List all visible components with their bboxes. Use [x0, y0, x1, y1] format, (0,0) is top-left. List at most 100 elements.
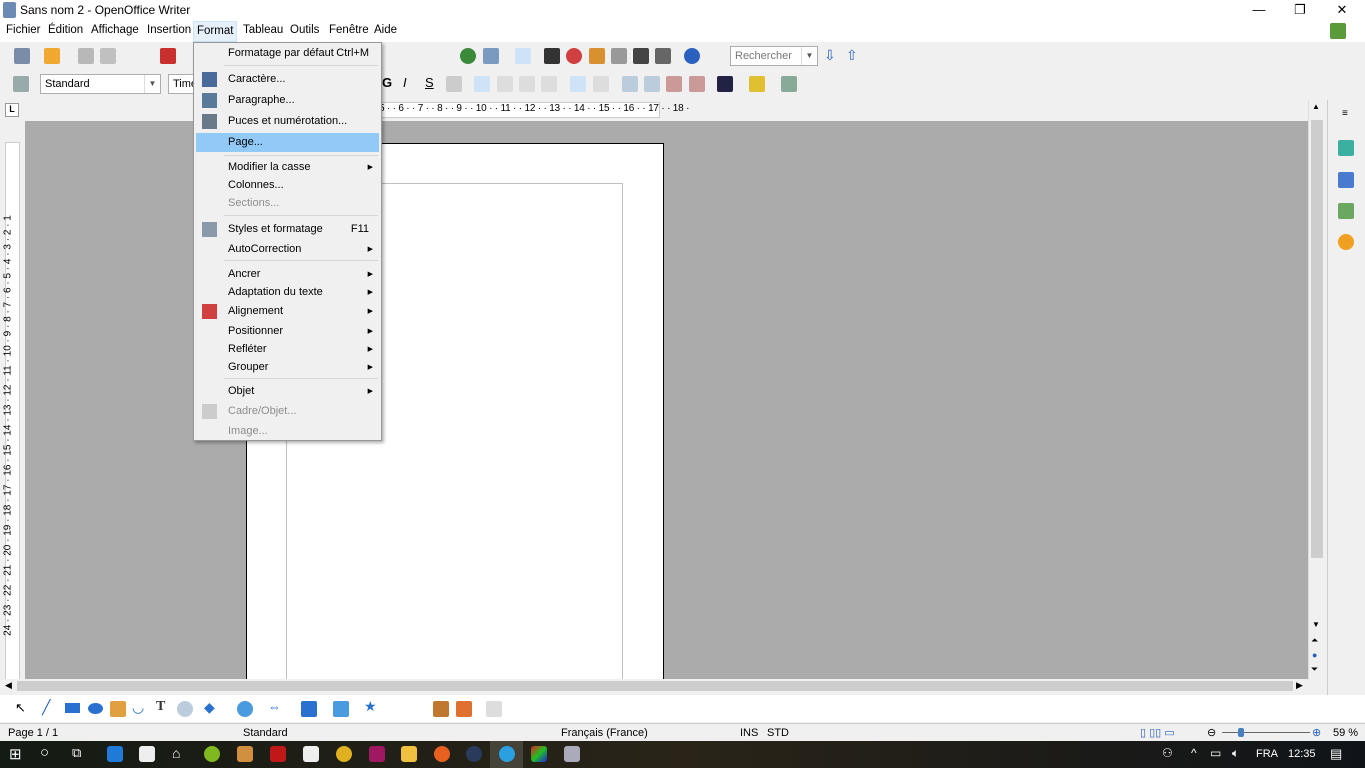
zoom-out-icon[interactable]: ⊖	[1207, 726, 1216, 739]
align-left-icon[interactable]	[474, 76, 490, 92]
notifications-icon[interactable]: ▤	[1330, 746, 1342, 762]
page-count[interactable]: Page 1 / 1	[8, 727, 58, 739]
background-color-icon[interactable]	[781, 76, 797, 92]
menu-edition[interactable]: Édition	[46, 24, 85, 36]
gallery-icon[interactable]	[1338, 203, 1354, 219]
steam-icon[interactable]	[466, 746, 482, 762]
formatting-marks-icon[interactable]	[633, 48, 649, 64]
new-document-icon[interactable]	[14, 48, 30, 64]
zoom-in-icon[interactable]: ⊕	[1312, 726, 1321, 739]
zoom-level[interactable]: 59 %	[1333, 727, 1358, 739]
fontwork-icon[interactable]	[433, 701, 449, 717]
menu-item-alignement[interactable]: Alignement ▶	[196, 302, 379, 321]
menu-fenetre[interactable]: Fenêtre	[327, 24, 371, 36]
menu-item-page[interactable]: Page...	[196, 133, 379, 152]
freeform-icon[interactable]	[110, 701, 126, 717]
minimize-button[interactable]: —	[1236, 0, 1282, 20]
people-icon[interactable]: ⚇	[1162, 746, 1173, 760]
firefox-icon[interactable]	[434, 746, 450, 762]
mail-icon[interactable]	[303, 746, 319, 762]
show-hidden-icons[interactable]: ^	[1191, 746, 1197, 760]
ellipse-icon[interactable]	[88, 703, 103, 714]
menu-aide[interactable]: Aide	[372, 24, 399, 36]
underline-icon[interactable]: S	[425, 75, 434, 90]
menu-outils[interactable]: Outils	[288, 24, 321, 36]
styles-formatting-icon[interactable]	[1338, 172, 1354, 188]
table-icon[interactable]	[483, 48, 499, 64]
app-icon[interactable]	[531, 746, 547, 762]
menu-item-modifier-la-casse[interactable]: Modifier la casse ▶	[196, 158, 379, 177]
maximize-button[interactable]: ❐	[1277, 0, 1323, 20]
open-icon[interactable]	[44, 48, 60, 64]
menu-item-adaptation-du-texte[interactable]: Adaptation du texte ▶	[196, 283, 379, 302]
scroll-left-icon[interactable]: ◀	[5, 680, 12, 691]
view-layout-icons[interactable]: ▯ ▯▯ ▭	[1140, 726, 1175, 739]
scroll-right-icon[interactable]: ▶	[1296, 680, 1303, 691]
flowchart-icon[interactable]	[301, 701, 317, 717]
menu-format[interactable]: Format	[193, 21, 238, 42]
numbering-icon[interactable]	[622, 76, 638, 92]
file-explorer-icon[interactable]	[401, 746, 417, 762]
from-file-icon[interactable]	[456, 701, 472, 717]
openoffice-icon[interactable]	[499, 746, 515, 762]
select-icon[interactable]: ↖	[15, 700, 26, 716]
search-input[interactable]: Rechercher ▼	[730, 46, 818, 66]
scrollbar-thumb[interactable]	[17, 681, 1293, 691]
find-next-icon[interactable]: ⇩	[824, 47, 836, 64]
update-icon[interactable]	[1330, 23, 1346, 39]
navigation-icon[interactable]: ●	[1312, 650, 1317, 660]
menu-item-ancrer[interactable]: Ancrer ▶	[196, 265, 379, 284]
navigator-icon[interactable]	[566, 48, 582, 64]
menu-item-colonnes[interactable]: Colonnes...	[196, 176, 379, 195]
scrollbar-thumb[interactable]	[1311, 120, 1323, 558]
zoom-slider-handle[interactable]	[1238, 728, 1244, 737]
spotify-icon[interactable]	[204, 746, 220, 762]
vertical-scrollbar[interactable]: ▲ ▼ ⏶ ● ⏷	[1308, 100, 1325, 680]
justify-icon[interactable]	[541, 76, 557, 92]
windows-start-icon[interactable]: ⊞	[9, 745, 22, 763]
paragraph-style-select[interactable]: Standard ▼	[40, 74, 161, 94]
menu-item-paragraphe[interactable]: Paragraphe...	[196, 91, 379, 110]
insert-mode[interactable]: INS	[740, 727, 758, 739]
previous-page-icon[interactable]: ⏶	[1311, 635, 1318, 646]
help-icon[interactable]	[684, 48, 700, 64]
gallery-icon[interactable]	[589, 48, 605, 64]
sidebar-menu-icon[interactable]: ≡	[1342, 108, 1348, 119]
menu-tableau[interactable]: Tableau	[241, 24, 285, 36]
bold-icon[interactable]: G	[382, 75, 392, 90]
chevron-down-icon[interactable]: ▼	[144, 75, 160, 93]
edge-icon[interactable]	[107, 746, 123, 762]
zoom-slider[interactable]	[1222, 732, 1310, 733]
styles-icon[interactable]	[13, 76, 29, 92]
clock[interactable]: 12:35	[1288, 748, 1316, 760]
callouts-icon[interactable]	[333, 701, 349, 717]
decrease-indent-icon[interactable]	[666, 76, 682, 92]
volume-icon[interactable]: 🔈︎	[1232, 746, 1239, 761]
line-spacing-icon[interactable]	[593, 76, 609, 92]
save-icon[interactable]	[78, 48, 94, 64]
store-icon[interactable]	[139, 746, 155, 762]
menu-item-puces-et-numérotation[interactable]: Puces et numérotation...	[196, 112, 379, 131]
callout-icon[interactable]	[177, 701, 193, 717]
text-icon[interactable]: T	[156, 699, 165, 715]
rectangle-icon[interactable]	[65, 703, 80, 713]
navigator-icon[interactable]	[1338, 234, 1354, 250]
line-icon[interactable]: ╱	[42, 699, 50, 716]
font-name-select[interactable]: Time	[168, 74, 197, 94]
home-icon[interactable]: ⌂	[172, 745, 180, 761]
tab-stop-selector[interactable]: L	[5, 103, 19, 117]
vertical-ruler[interactable]: 1 · 2 · 3 · 4 · 5 · 6 · 7 · 8 · 9 · 10 ·…	[0, 120, 24, 682]
arc-icon[interactable]: ◡	[132, 699, 144, 716]
align-center-icon[interactable]	[497, 76, 513, 92]
italic-icon[interactable]: I	[403, 75, 407, 90]
chevron-down-icon[interactable]: ▼	[801, 47, 817, 65]
find-replace-icon[interactable]	[544, 48, 560, 64]
menu-item-grouper[interactable]: Grouper ▶	[196, 358, 379, 377]
scroll-up-icon[interactable]: ▲	[1312, 102, 1320, 111]
indesign-icon[interactable]	[369, 746, 385, 762]
menu-insertion[interactable]: Insertion	[145, 24, 193, 36]
horizontal-scrollbar[interactable]: ◀ ▶	[0, 679, 1308, 693]
email-icon[interactable]	[100, 48, 116, 64]
increase-indent-icon[interactable]	[689, 76, 705, 92]
network-icon[interactable]: ▭	[1210, 746, 1221, 760]
